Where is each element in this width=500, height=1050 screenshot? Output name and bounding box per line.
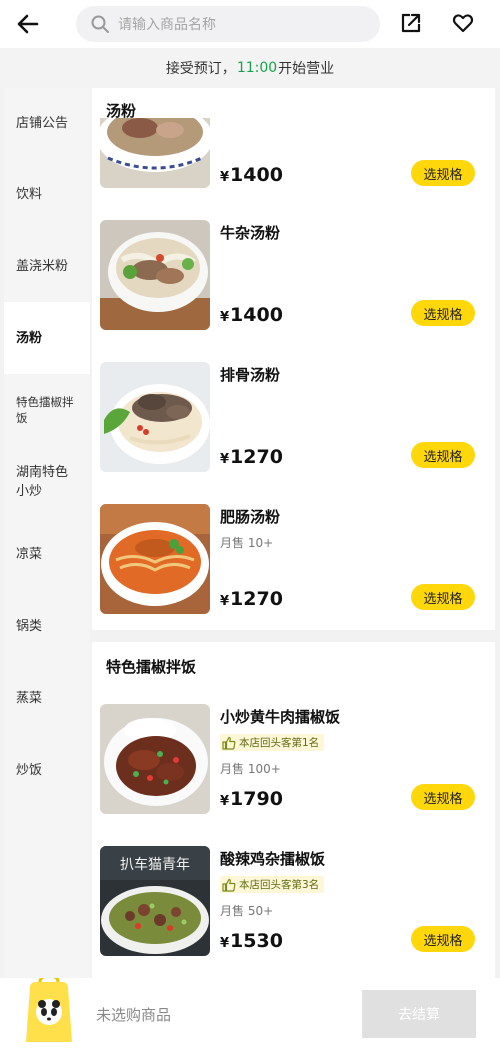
category-item[interactable]: 炒饭 bbox=[4, 734, 90, 806]
product-item[interactable]: 肥肠汤粉 月售 10+ ¥1270 选规格 bbox=[92, 504, 495, 616]
cart-empty-text: 未选购商品 bbox=[96, 1006, 172, 1024]
select-spec-button[interactable]: 选规格 bbox=[411, 442, 475, 468]
image-caption: 扒车猫青年 bbox=[120, 856, 190, 873]
product-price: ¥1400 bbox=[220, 164, 283, 186]
checkout-button[interactable]: 去结算 bbox=[362, 990, 476, 1038]
select-spec-button[interactable]: 选规格 bbox=[411, 300, 475, 326]
cart-bag-icon[interactable] bbox=[22, 974, 76, 1046]
category-label: 蒸菜 bbox=[16, 690, 43, 706]
product-name: 排骨汤粉 bbox=[220, 366, 281, 384]
product-image: 扒车猫青年 bbox=[100, 846, 210, 956]
category-item[interactable]: 锅类 bbox=[4, 590, 90, 662]
product-image bbox=[100, 362, 210, 472]
top-bar: 请输入商品名称 bbox=[0, 0, 500, 48]
select-spec-button[interactable]: 选规格 bbox=[411, 160, 475, 186]
category-item[interactable]: 湖南特色小炒 bbox=[4, 446, 90, 518]
share-icon bbox=[401, 13, 421, 33]
product-item[interactable]: 排骨汤粉 ¥1270 选规格 bbox=[92, 362, 495, 474]
share-button[interactable] bbox=[398, 10, 424, 36]
product-price: ¥1270 bbox=[220, 446, 283, 468]
product-name: 小炒黄牛肉擂椒饭 bbox=[220, 708, 341, 726]
badge-label: 本店回头客第1名 bbox=[239, 737, 320, 749]
product-item[interactable]: 扒车猫青年 酸辣鸡杂擂椒饭 本店回头客第3名 月售 50+ ¥1530 选规格 bbox=[92, 846, 495, 958]
category-label: 特色擂椒拌饭 bbox=[16, 395, 74, 425]
product-item[interactable]: ¥1400 选规格 bbox=[92, 118, 495, 192]
back-arrow-icon bbox=[17, 14, 39, 34]
category-label: 汤粉 bbox=[16, 330, 43, 346]
product-price: ¥1270 bbox=[220, 588, 283, 610]
cart-bar: 未选购商品 去结算 bbox=[0, 974, 500, 1050]
category-label: 凉菜 bbox=[16, 546, 43, 562]
category-label: 盖浇米粉 bbox=[16, 258, 69, 274]
search-placeholder: 请输入商品名称 bbox=[118, 17, 216, 33]
category-item-active[interactable]: 汤粉 bbox=[4, 302, 90, 374]
heart-icon bbox=[452, 14, 474, 33]
back-button[interactable] bbox=[0, 0, 56, 48]
category-item[interactable]: 蒸菜 bbox=[4, 662, 90, 734]
notice-suffix: 开始营业 bbox=[278, 61, 335, 77]
repeat-customer-badge: 本店回头客第1名 bbox=[220, 734, 325, 751]
section-title: 特色擂椒拌饭 bbox=[106, 658, 197, 676]
select-spec-button[interactable]: 选规格 bbox=[411, 584, 475, 610]
product-name: 牛杂汤粉 bbox=[220, 224, 281, 242]
category-item[interactable]: 店铺公告 bbox=[4, 88, 90, 158]
badge-label: 本店回头客第3名 bbox=[239, 879, 320, 891]
product-list: 汤粉 ¥1400 选规格 牛杂汤粉 ¥1400 选规格 排骨汤粉 ¥1270 选… bbox=[92, 88, 495, 978]
category-item[interactable]: 特色擂椒拌饭 bbox=[4, 374, 84, 446]
product-price: ¥1790 bbox=[220, 788, 283, 810]
favorite-button[interactable] bbox=[450, 10, 476, 36]
category-label: 店铺公告 bbox=[16, 115, 69, 131]
product-name: 酸辣鸡杂擂椒饭 bbox=[220, 850, 326, 868]
product-item[interactable]: 牛杂汤粉 ¥1400 选规格 bbox=[92, 220, 495, 332]
select-spec-button[interactable]: 选规格 bbox=[411, 926, 475, 952]
product-price: ¥1400 bbox=[220, 304, 283, 326]
product-price: ¥1530 bbox=[220, 930, 283, 952]
thumbs-up-icon bbox=[222, 736, 236, 750]
repeat-customer-badge: 本店回头客第3名 bbox=[220, 876, 325, 893]
notice-time: 11:00 bbox=[236, 60, 278, 76]
product-item[interactable]: 小炒黄牛肉擂椒饭 本店回头客第1名 月售 100+ ¥1790 选规格 bbox=[92, 704, 495, 816]
category-sidebar: 店铺公告 饮料 盖浇米粉 汤粉 特色擂椒拌饭 湖南特色小炒 凉菜 锅类 蒸菜 炒… bbox=[4, 88, 90, 978]
product-name: 肥肠汤粉 bbox=[220, 508, 281, 526]
product-image bbox=[100, 118, 210, 188]
category-item[interactable]: 凉菜 bbox=[4, 518, 90, 590]
select-spec-button[interactable]: 选规格 bbox=[411, 784, 475, 810]
thumbs-up-icon bbox=[222, 878, 236, 892]
search-icon bbox=[91, 15, 109, 33]
store-notice: 接受预订， 11:00 开始营业 bbox=[0, 48, 500, 88]
notice-prefix: 接受预订， bbox=[165, 61, 236, 77]
product-image bbox=[100, 504, 210, 614]
monthly-sales: 月售 50+ bbox=[220, 904, 274, 918]
category-label: 湖南特色小炒 bbox=[16, 465, 69, 499]
category-label: 炒饭 bbox=[16, 762, 43, 778]
search-input[interactable]: 请输入商品名称 bbox=[76, 6, 380, 42]
monthly-sales: 月售 10+ bbox=[220, 536, 274, 550]
product-image bbox=[100, 220, 210, 330]
monthly-sales: 月售 100+ bbox=[220, 762, 281, 776]
category-item[interactable]: 盖浇米粉 bbox=[4, 230, 90, 302]
category-label: 饮料 bbox=[16, 186, 43, 202]
section-divider bbox=[92, 630, 495, 642]
category-label: 锅类 bbox=[16, 618, 43, 634]
category-item[interactable]: 饮料 bbox=[4, 158, 90, 230]
product-image bbox=[100, 704, 210, 814]
